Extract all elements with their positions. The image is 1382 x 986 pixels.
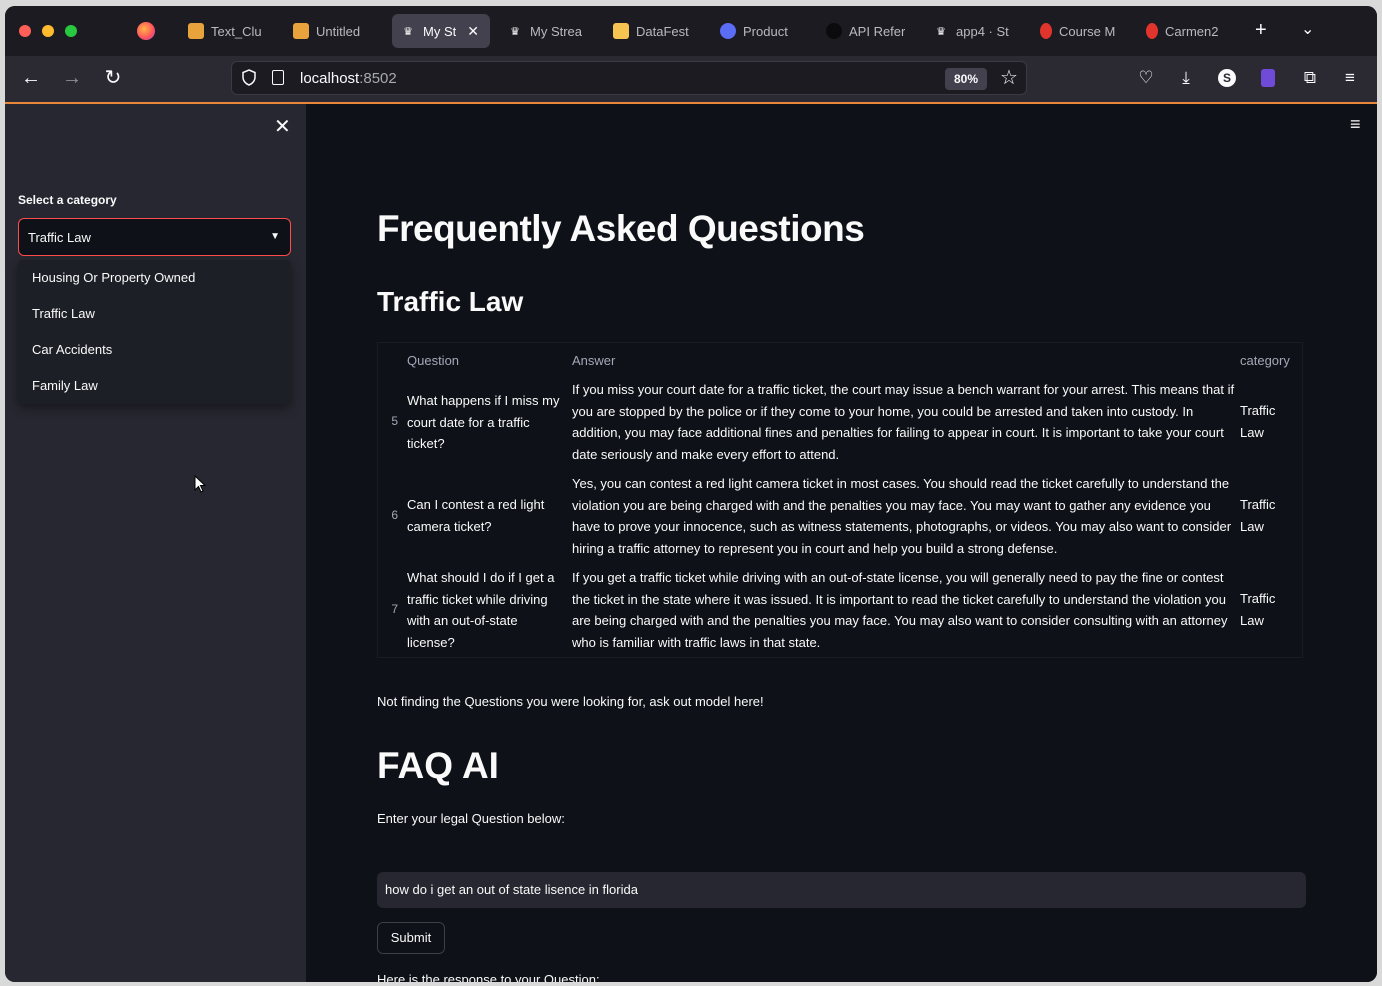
back-arrow-icon[interactable]: ←	[19, 68, 43, 88]
category-select-label: Select a category	[18, 193, 117, 207]
column-header-category[interactable]: category	[1240, 353, 1290, 368]
category-select[interactable]: Traffic Law ▼	[18, 218, 291, 256]
url-port: :8502	[359, 70, 397, 87]
table-row[interactable]: 5 What happens if I miss my court date f…	[378, 379, 1302, 473]
question-input[interactable]: how do i get an out of state lisence in …	[377, 872, 1306, 908]
download-icon[interactable]: ⤓	[1174, 67, 1198, 89]
answer-cell: If you miss your court date for a traffi…	[572, 382, 1235, 462]
category-cell: Traffic Law	[1240, 591, 1276, 628]
extensions-puzzle-icon[interactable]: ⧉	[1298, 67, 1322, 89]
faq-ai-heading: FAQ AI	[377, 745, 499, 786]
bookmark-star-icon[interactable]: ☆	[1000, 67, 1018, 89]
table-row[interactable]: 7 What should I do if I get a traffic ti…	[378, 567, 1302, 655]
url-bar[interactable]: localhost:8502 80% ☆	[231, 61, 1027, 95]
crown-icon: ♛	[936, 25, 946, 38]
chevron-down-icon: ▼	[270, 231, 280, 242]
row-index: 6	[391, 508, 398, 522]
browser-window: Text_Clu Untitled ♛ My St ✕ ♛ My Strea D…	[5, 6, 1377, 982]
reload-icon[interactable]: ↻	[101, 68, 125, 88]
navigation-toolbar: ← → ↻ localhost:8502 80% ☆ ♡ ⤓ S ⧉ ≡	[5, 56, 1377, 104]
crown-icon: ♛	[403, 25, 413, 38]
faq-table[interactable]: Question Answer category 5 What happens …	[377, 342, 1303, 658]
folder-icon	[613, 23, 629, 39]
tab-label: app4 · St	[956, 23, 1009, 39]
pocket-icon[interactable]: ♡	[1134, 67, 1158, 89]
question-input-value[interactable]: how do i get an out of state lisence in …	[385, 882, 638, 897]
tab-label: Text_Clu	[211, 23, 262, 39]
tab-label: Product	[743, 23, 788, 39]
question-cell: Can I contest a red light camera ticket?	[407, 497, 545, 534]
row-index: 7	[391, 602, 398, 616]
tab-strip: Text_Clu Untitled ♛ My St ✕ ♛ My Strea D…	[5, 6, 1377, 56]
main-menu-icon[interactable]: ≡	[1350, 114, 1361, 135]
tab-my-st-active[interactable]: ♛ My St ✕	[392, 14, 490, 48]
answer-cell: Yes, you can contest a red light camera …	[572, 476, 1232, 556]
main-content: ≡ Frequently Asked Questions Traffic Law…	[306, 104, 1377, 982]
book-icon	[293, 23, 309, 39]
tab-label: DataFest	[636, 23, 689, 39]
tab-my-strea[interactable]: ♛ My Strea	[499, 14, 595, 48]
url-text[interactable]: localhost:8502	[300, 70, 397, 87]
question-cell: What happens if I miss my court date for…	[407, 393, 560, 451]
zoom-level-badge[interactable]: 80%	[945, 68, 987, 90]
column-header-question[interactable]: Question	[407, 353, 459, 368]
new-tab-icon[interactable]: +	[1255, 20, 1267, 40]
tab-label: Untitled	[316, 23, 361, 39]
category-dropdown-menu: Housing Or Property Owned Traffic Law Ca…	[18, 260, 291, 404]
forward-arrow-icon[interactable]: →	[60, 68, 84, 88]
category-heading: Traffic Law	[377, 286, 524, 317]
mouse-cursor-icon	[194, 475, 206, 493]
tab-label: API Refer	[849, 23, 906, 39]
question-cell: What should I do if I get a traffic tick…	[407, 570, 555, 650]
close-sidebar-icon[interactable]: ✕	[274, 114, 291, 139]
category-select-value: Traffic Law	[28, 230, 91, 245]
maximize-window-button[interactable]	[65, 25, 77, 37]
firefox-view-icon[interactable]	[137, 22, 155, 40]
extension-icon[interactable]	[1261, 69, 1275, 87]
account-avatar-icon[interactable]: S	[1218, 69, 1236, 87]
tab-text-clu[interactable]: Text_Clu	[180, 14, 276, 48]
table-row[interactable]: 6 Can I contest a red light camera ticke…	[378, 473, 1302, 567]
close-window-button[interactable]	[19, 25, 31, 37]
url-host: localhost	[300, 70, 360, 87]
tab-datafest[interactable]: DataFest	[605, 14, 701, 48]
minimize-window-button[interactable]	[42, 25, 54, 37]
opera-icon	[1040, 23, 1052, 39]
tab-course[interactable]: Course M	[1032, 14, 1128, 48]
globe-icon	[720, 23, 736, 39]
column-header-answer[interactable]: Answer	[572, 353, 615, 368]
sidebar: ✕ Select a category Traffic Law ▼ Housin…	[5, 104, 306, 982]
dropdown-option-housing[interactable]: Housing Or Property Owned	[18, 260, 291, 296]
dropdown-option-traffic-law[interactable]: Traffic Law	[18, 296, 291, 332]
book-icon	[188, 23, 204, 39]
dropdown-option-family-law[interactable]: Family Law	[18, 368, 291, 404]
category-cell: Traffic Law	[1240, 497, 1276, 534]
tab-label: Carmen2	[1165, 23, 1219, 39]
page-info-icon[interactable]	[272, 70, 284, 85]
tab-carmen[interactable]: Carmen2	[1138, 14, 1234, 48]
list-tabs-chevron-icon[interactable]: ⌄	[1301, 20, 1314, 40]
tab-label: Course M	[1059, 23, 1116, 39]
not-finding-text: Not finding the Questions you were looki…	[377, 694, 764, 709]
close-tab-icon[interactable]: ✕	[467, 23, 479, 40]
app-menu-icon[interactable]: ≡	[1338, 67, 1362, 89]
question-input-label: Enter your legal Question below:	[377, 811, 565, 826]
crown-icon: ♛	[510, 25, 520, 38]
tab-untitled[interactable]: Untitled	[285, 14, 381, 48]
submit-button[interactable]: Submit	[377, 922, 445, 954]
tab-api-refer[interactable]: API Refer	[818, 14, 914, 48]
tab-label: My St	[423, 23, 457, 39]
opera-icon	[1146, 23, 1158, 39]
openai-icon	[826, 23, 842, 39]
tab-product[interactable]: Product	[712, 14, 808, 48]
dropdown-option-car-accidents[interactable]: Car Accidents	[18, 332, 291, 368]
category-cell: Traffic Law	[1240, 403, 1276, 440]
page-title: Frequently Asked Questions	[377, 208, 865, 249]
answer-cell: If you get a traffic ticket while drivin…	[572, 570, 1228, 650]
tab-app4[interactable]: ♛ app4 · St	[925, 14, 1021, 48]
response-label: Here is the response to your Question:	[377, 972, 600, 982]
tab-label: My Strea	[530, 23, 583, 39]
row-index: 5	[391, 414, 398, 428]
shield-icon[interactable]	[242, 69, 256, 86]
